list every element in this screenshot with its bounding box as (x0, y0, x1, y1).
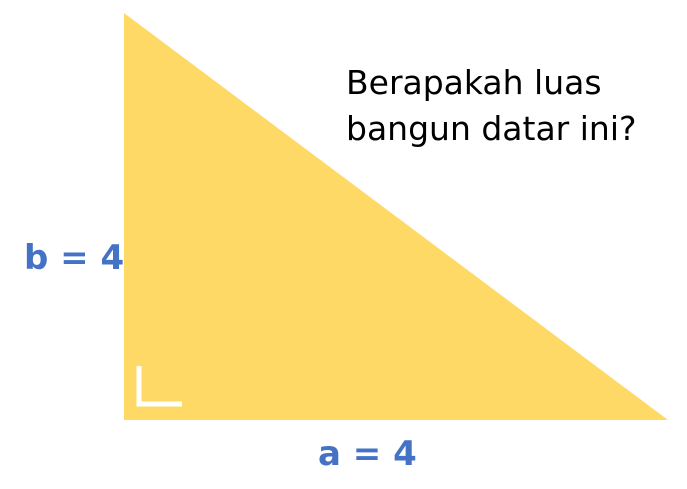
side-label-b: b = 4 (24, 238, 125, 278)
question-line-2: bangun datar ini? (346, 109, 637, 148)
side-label-a: a = 4 (318, 434, 417, 474)
question-text: Berapakah luas bangun datar ini? (346, 60, 666, 152)
question-line-1: Berapakah luas (346, 63, 602, 102)
